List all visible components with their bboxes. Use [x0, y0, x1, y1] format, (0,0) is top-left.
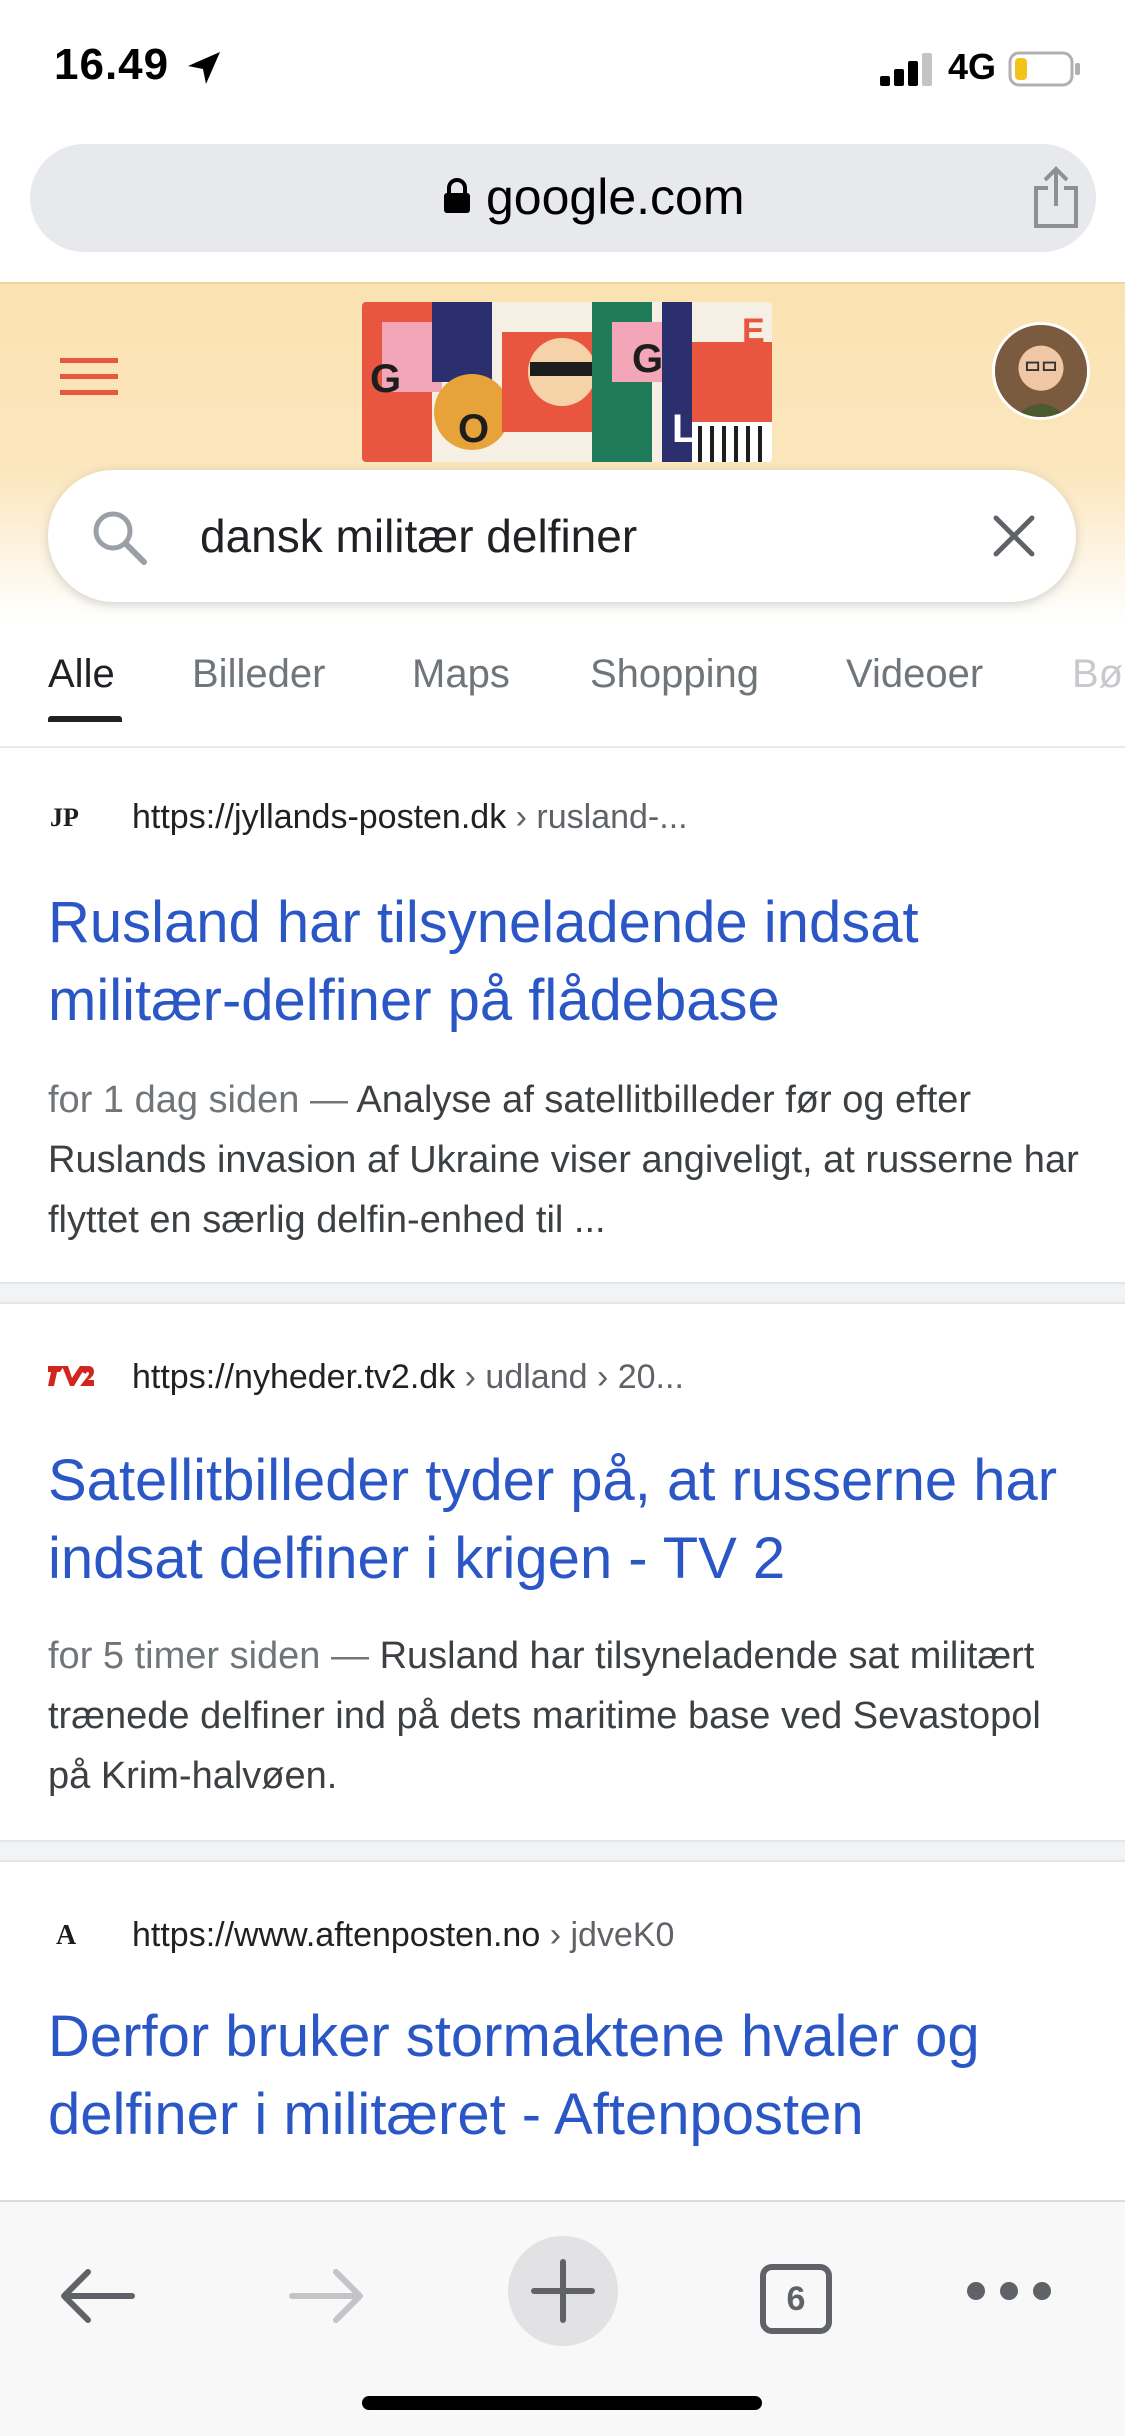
tab-billeder[interactable]: Billeder [192, 652, 325, 697]
search-box[interactable] [48, 470, 1076, 602]
status-time: 16.49 [54, 40, 170, 89]
search-tabs: Alle Billeder Maps Shopping Videoer Bø [0, 640, 1125, 748]
result-title-link[interactable]: Rusland har tilsyneladende indsat militæ… [48, 884, 1088, 1040]
tab-shopping[interactable]: Shopping [590, 652, 759, 697]
more-dots-icon[interactable] [964, 2276, 1054, 2306]
browser-toolbar: 6 [0, 2200, 1125, 2436]
aftenposten-favicon: A [56, 1920, 77, 1951]
avatar[interactable] [992, 322, 1090, 420]
status-bar: 16.49 4G [0, 0, 1125, 140]
svg-text:JP: JP [50, 803, 79, 832]
address-bar[interactable]: google.com [30, 144, 1096, 252]
back-arrow-icon[interactable] [56, 2264, 136, 2328]
result-title-link[interactable]: Derfor bruker stormaktene hvaler og delf… [48, 1998, 1088, 2154]
signal-bars-icon [880, 53, 932, 86]
tab-switcher-icon[interactable]: 6 [760, 2264, 832, 2334]
search-input[interactable] [200, 498, 900, 574]
result-divider [0, 1282, 1125, 1304]
google-doodle-logo[interactable]: G O G L E [362, 302, 772, 462]
search-result: A https://www.aftenposten.no › jdveK0 De… [0, 1862, 1125, 2202]
search-result: https://nyheder.tv2.dk › udland › 20... … [0, 1304, 1125, 1842]
svg-text:G: G [370, 357, 401, 401]
lock-icon [444, 178, 470, 213]
jyllands-posten-favicon: JP [50, 803, 79, 832]
new-tab-plus-icon [531, 2259, 595, 2323]
svg-text:O: O [458, 407, 489, 451]
result-divider [0, 1840, 1125, 1862]
location-arrow-icon [188, 52, 220, 84]
result-url[interactable]: https://www.aftenposten.no › jdveK0 [132, 1916, 674, 1955]
share-icon[interactable] [1028, 166, 1084, 230]
result-url[interactable]: https://jyllands-posten.dk › rusland-... [132, 798, 688, 837]
svg-text:E: E [742, 312, 765, 350]
home-indicator[interactable] [362, 2396, 762, 2410]
result-url[interactable]: https://nyheder.tv2.dk › udland › 20... [132, 1358, 684, 1397]
new-tab-button[interactable] [508, 2236, 618, 2346]
svg-text:L: L [672, 407, 696, 451]
svg-text:A: A [56, 1920, 77, 1951]
svg-text:G: G [632, 337, 663, 381]
tv2-favicon [48, 1366, 94, 1386]
menu-icon[interactable] [60, 354, 118, 398]
network-type: 4G [948, 46, 997, 87]
result-snippet: for 5 timer siden — Rusland har tilsynel… [48, 1635, 1041, 1797]
battery-low-icon [1008, 51, 1080, 87]
tab-alle[interactable]: Alle [48, 652, 115, 697]
active-tab-indicator [48, 716, 122, 722]
search-result: JP https://jyllands-posten.dk › rusland-… [0, 750, 1125, 1282]
forward-arrow-icon[interactable] [288, 2264, 368, 2328]
result-snippet: for 1 dag siden — Analyse af satellitbil… [48, 1079, 1079, 1241]
clear-icon[interactable] [990, 512, 1038, 560]
result-title-link[interactable]: Satellitbilleder tyder på, at russerne h… [48, 1442, 1088, 1598]
url-text[interactable]: google.com [486, 168, 745, 226]
tab-maps[interactable]: Maps [412, 652, 510, 697]
search-icon [93, 511, 147, 565]
tab-videoer[interactable]: Videoer [846, 652, 983, 697]
tab-boger[interactable]: Bø [1072, 652, 1123, 697]
